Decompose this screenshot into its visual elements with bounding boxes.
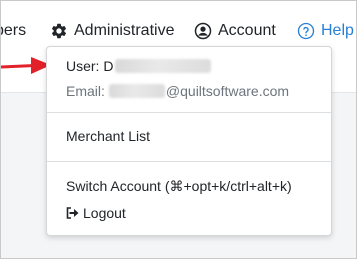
nav-members-label: bers	[1, 22, 27, 39]
switch-account-label: Switch Account (⌘+opt+k/ctrl+alt+k)	[66, 178, 292, 194]
dropdown-divider	[47, 161, 331, 162]
redacted-email-user	[108, 84, 165, 98]
nav-administrative-label: Administrative	[74, 22, 175, 39]
merchant-list-menu-item[interactable]: Merchant List	[66, 128, 150, 144]
dropdown-divider	[47, 112, 331, 113]
logout-menu-item[interactable]: Logout	[66, 205, 126, 221]
nav-item-administrative[interactable]: Administrative	[50, 20, 174, 42]
question-circle-icon	[297, 22, 315, 40]
gear-icon	[50, 22, 68, 40]
email-domain: @quiltsoftware.com	[165, 83, 290, 99]
screenshot-frame: bers Administrative Account	[0, 0, 357, 259]
nav-item-account[interactable]: Account	[194, 20, 276, 42]
email-label: Email:	[66, 83, 105, 99]
nav-help-label: Help	[321, 22, 354, 39]
account-dropdown-menu: User: D Email: @quiltsoftware.com Mercha…	[46, 46, 332, 236]
sign-out-icon	[66, 207, 79, 219]
logout-label: Logout	[83, 205, 126, 221]
user-circle-icon	[194, 22, 212, 40]
merchant-list-label: Merchant List	[66, 128, 151, 144]
nav-item-help[interactable]: Help	[297, 20, 354, 42]
user-label: User: D	[66, 58, 114, 74]
dropdown-email-row: Email: @quiltsoftware.com	[66, 83, 289, 99]
nav-account-label: Account	[218, 22, 276, 39]
dropdown-user-row: User: D	[66, 58, 212, 74]
redacted-user-name	[115, 59, 212, 73]
nav-item-members[interactable]: bers	[1, 20, 27, 42]
switch-account-menu-item[interactable]: Switch Account (⌘+opt+k/ctrl+alt+k)	[66, 178, 292, 195]
